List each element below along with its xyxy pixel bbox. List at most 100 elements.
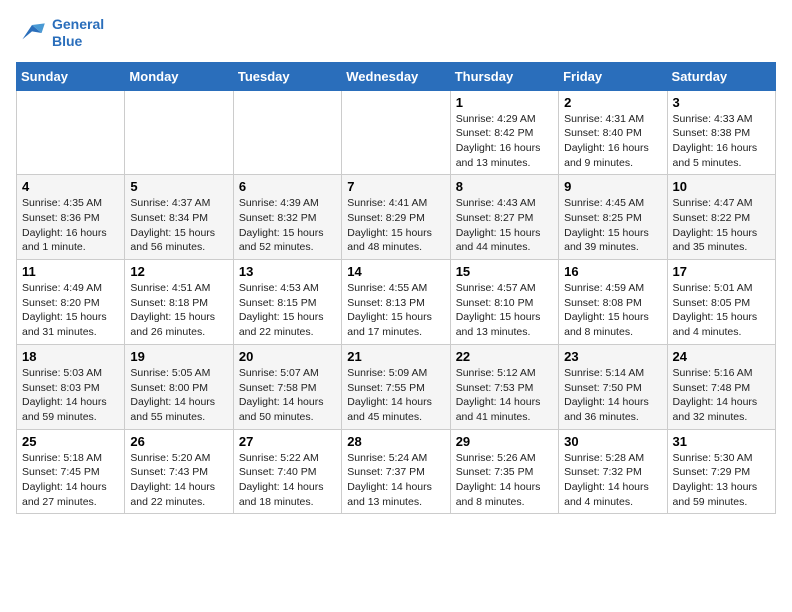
page-header: General Blue bbox=[16, 16, 776, 50]
day-number: 17 bbox=[673, 264, 770, 279]
day-info: Sunrise: 4:31 AM Sunset: 8:40 PM Dayligh… bbox=[564, 112, 661, 171]
calendar-cell: 8 Sunrise: 4:43 AM Sunset: 8:27 PM Daylig… bbox=[450, 175, 558, 260]
calendar-header-wednesday: Wednesday bbox=[342, 62, 450, 90]
calendar-cell: 9 Sunrise: 4:45 AM Sunset: 8:25 PM Daylig… bbox=[559, 175, 667, 260]
calendar-week-4: 18 Sunrise: 5:03 AM Sunset: 8:03 PM Dayli… bbox=[17, 344, 776, 429]
day-number: 9 bbox=[564, 179, 661, 194]
calendar-header-friday: Friday bbox=[559, 62, 667, 90]
day-number: 15 bbox=[456, 264, 553, 279]
calendar-cell: 27 Sunrise: 5:22 AM Sunset: 7:40 PM Dayli… bbox=[233, 429, 341, 514]
calendar-week-5: 25 Sunrise: 5:18 AM Sunset: 7:45 PM Dayli… bbox=[17, 429, 776, 514]
day-info: Sunrise: 5:09 AM Sunset: 7:55 PM Dayligh… bbox=[347, 366, 444, 425]
day-number: 22 bbox=[456, 349, 553, 364]
day-number: 11 bbox=[22, 264, 119, 279]
calendar-cell bbox=[125, 90, 233, 175]
calendar-cell: 23 Sunrise: 5:14 AM Sunset: 7:50 PM Dayli… bbox=[559, 344, 667, 429]
day-number: 18 bbox=[22, 349, 119, 364]
calendar-cell: 22 Sunrise: 5:12 AM Sunset: 7:53 PM Dayli… bbox=[450, 344, 558, 429]
day-number: 20 bbox=[239, 349, 336, 364]
calendar-cell: 18 Sunrise: 5:03 AM Sunset: 8:03 PM Dayli… bbox=[17, 344, 125, 429]
day-number: 27 bbox=[239, 434, 336, 449]
calendar-cell: 7 Sunrise: 4:41 AM Sunset: 8:29 PM Daylig… bbox=[342, 175, 450, 260]
calendar-cell: 10 Sunrise: 4:47 AM Sunset: 8:22 PM Dayli… bbox=[667, 175, 775, 260]
day-info: Sunrise: 4:37 AM Sunset: 8:34 PM Dayligh… bbox=[130, 196, 227, 255]
day-number: 3 bbox=[673, 95, 770, 110]
day-info: Sunrise: 4:57 AM Sunset: 8:10 PM Dayligh… bbox=[456, 281, 553, 340]
calendar-cell: 5Sunrise: 4:37 AM Sunset: 8:34 PM Daylig… bbox=[125, 175, 233, 260]
day-info: Sunrise: 5:12 AM Sunset: 7:53 PM Dayligh… bbox=[456, 366, 553, 425]
day-info: Sunrise: 5:07 AM Sunset: 7:58 PM Dayligh… bbox=[239, 366, 336, 425]
calendar-cell: 3Sunrise: 4:33 AM Sunset: 8:38 PM Daylig… bbox=[667, 90, 775, 175]
day-info: Sunrise: 4:55 AM Sunset: 8:13 PM Dayligh… bbox=[347, 281, 444, 340]
calendar-cell: 25 Sunrise: 5:18 AM Sunset: 7:45 PM Dayli… bbox=[17, 429, 125, 514]
day-info: Sunrise: 4:51 AM Sunset: 8:18 PM Dayligh… bbox=[130, 281, 227, 340]
day-number: 8 bbox=[456, 179, 553, 194]
day-info: Sunrise: 4:39 AM Sunset: 8:32 PM Dayligh… bbox=[239, 196, 336, 255]
logo-icon bbox=[16, 17, 48, 49]
day-number: 26 bbox=[130, 434, 227, 449]
day-info: Sunrise: 5:28 AM Sunset: 7:32 PM Dayligh… bbox=[564, 451, 661, 510]
day-info: Sunrise: 5:01 AM Sunset: 8:05 PM Dayligh… bbox=[673, 281, 770, 340]
calendar-cell: 29 Sunrise: 5:26 AM Sunset: 7:35 PM Dayli… bbox=[450, 429, 558, 514]
day-info: Sunrise: 5:22 AM Sunset: 7:40 PM Dayligh… bbox=[239, 451, 336, 510]
day-number: 10 bbox=[673, 179, 770, 194]
day-info: Sunrise: 5:26 AM Sunset: 7:35 PM Dayligh… bbox=[456, 451, 553, 510]
calendar-cell bbox=[17, 90, 125, 175]
day-info: Sunrise: 4:35 AM Sunset: 8:36 PM Dayligh… bbox=[22, 196, 119, 255]
calendar-cell: 13Sunrise: 4:53 AM Sunset: 8:15 PM Dayli… bbox=[233, 260, 341, 345]
calendar-cell: 12 Sunrise: 4:51 AM Sunset: 8:18 PM Dayli… bbox=[125, 260, 233, 345]
calendar-cell: 16 Sunrise: 4:59 AM Sunset: 8:08 PM Dayli… bbox=[559, 260, 667, 345]
day-number: 2 bbox=[564, 95, 661, 110]
day-info: Sunrise: 4:53 AM Sunset: 8:15 PM Dayligh… bbox=[239, 281, 336, 340]
day-info: Sunrise: 5:03 AM Sunset: 8:03 PM Dayligh… bbox=[22, 366, 119, 425]
day-number: 24 bbox=[673, 349, 770, 364]
day-number: 6 bbox=[239, 179, 336, 194]
day-info: Sunrise: 4:43 AM Sunset: 8:27 PM Dayligh… bbox=[456, 196, 553, 255]
day-number: 7 bbox=[347, 179, 444, 194]
calendar-week-2: 4 Sunrise: 4:35 AM Sunset: 8:36 PM Daylig… bbox=[17, 175, 776, 260]
calendar-cell: 11 Sunrise: 4:49 AM Sunset: 8:20 PM Dayli… bbox=[17, 260, 125, 345]
calendar-cell: 17 Sunrise: 5:01 AM Sunset: 8:05 PM Dayli… bbox=[667, 260, 775, 345]
calendar-cell bbox=[342, 90, 450, 175]
day-number: 19 bbox=[130, 349, 227, 364]
day-info: Sunrise: 4:59 AM Sunset: 8:08 PM Dayligh… bbox=[564, 281, 661, 340]
day-number: 30 bbox=[564, 434, 661, 449]
day-info: Sunrise: 5:20 AM Sunset: 7:43 PM Dayligh… bbox=[130, 451, 227, 510]
day-info: Sunrise: 5:30 AM Sunset: 7:29 PM Dayligh… bbox=[673, 451, 770, 510]
calendar-table: SundayMondayTuesdayWednesdayThursdayFrid… bbox=[16, 62, 776, 515]
calendar-cell: 24 Sunrise: 5:16 AM Sunset: 7:48 PM Dayli… bbox=[667, 344, 775, 429]
calendar-cell: 1Sunrise: 4:29 AM Sunset: 8:42 PM Daylig… bbox=[450, 90, 558, 175]
day-info: Sunrise: 5:18 AM Sunset: 7:45 PM Dayligh… bbox=[22, 451, 119, 510]
day-number: 4 bbox=[22, 179, 119, 194]
day-info: Sunrise: 4:41 AM Sunset: 8:29 PM Dayligh… bbox=[347, 196, 444, 255]
day-number: 28 bbox=[347, 434, 444, 449]
day-number: 12 bbox=[130, 264, 227, 279]
day-info: Sunrise: 4:45 AM Sunset: 8:25 PM Dayligh… bbox=[564, 196, 661, 255]
day-number: 29 bbox=[456, 434, 553, 449]
calendar-header-monday: Monday bbox=[125, 62, 233, 90]
day-number: 21 bbox=[347, 349, 444, 364]
calendar-header-thursday: Thursday bbox=[450, 62, 558, 90]
calendar-header-row: SundayMondayTuesdayWednesdayThursdayFrid… bbox=[17, 62, 776, 90]
calendar-header-sunday: Sunday bbox=[17, 62, 125, 90]
calendar-cell: 2 Sunrise: 4:31 AM Sunset: 8:40 PM Daylig… bbox=[559, 90, 667, 175]
calendar-header-saturday: Saturday bbox=[667, 62, 775, 90]
calendar-cell: 26 Sunrise: 5:20 AM Sunset: 7:43 PM Dayli… bbox=[125, 429, 233, 514]
day-info: Sunrise: 4:29 AM Sunset: 8:42 PM Dayligh… bbox=[456, 112, 553, 171]
day-info: Sunrise: 5:14 AM Sunset: 7:50 PM Dayligh… bbox=[564, 366, 661, 425]
day-number: 16 bbox=[564, 264, 661, 279]
day-number: 25 bbox=[22, 434, 119, 449]
day-info: Sunrise: 5:24 AM Sunset: 7:37 PM Dayligh… bbox=[347, 451, 444, 510]
day-info: Sunrise: 4:49 AM Sunset: 8:20 PM Dayligh… bbox=[22, 281, 119, 340]
day-info: Sunrise: 5:16 AM Sunset: 7:48 PM Dayligh… bbox=[673, 366, 770, 425]
calendar-cell: 28 Sunrise: 5:24 AM Sunset: 7:37 PM Dayli… bbox=[342, 429, 450, 514]
day-number: 23 bbox=[564, 349, 661, 364]
calendar-cell: 14 Sunrise: 4:55 AM Sunset: 8:13 PM Dayli… bbox=[342, 260, 450, 345]
day-info: Sunrise: 4:47 AM Sunset: 8:22 PM Dayligh… bbox=[673, 196, 770, 255]
calendar-cell bbox=[233, 90, 341, 175]
day-info: Sunrise: 5:05 AM Sunset: 8:00 PM Dayligh… bbox=[130, 366, 227, 425]
day-number: 14 bbox=[347, 264, 444, 279]
calendar-header-tuesday: Tuesday bbox=[233, 62, 341, 90]
calendar-cell: 6 Sunrise: 4:39 AM Sunset: 8:32 PM Daylig… bbox=[233, 175, 341, 260]
calendar-week-3: 11 Sunrise: 4:49 AM Sunset: 8:20 PM Dayli… bbox=[17, 260, 776, 345]
